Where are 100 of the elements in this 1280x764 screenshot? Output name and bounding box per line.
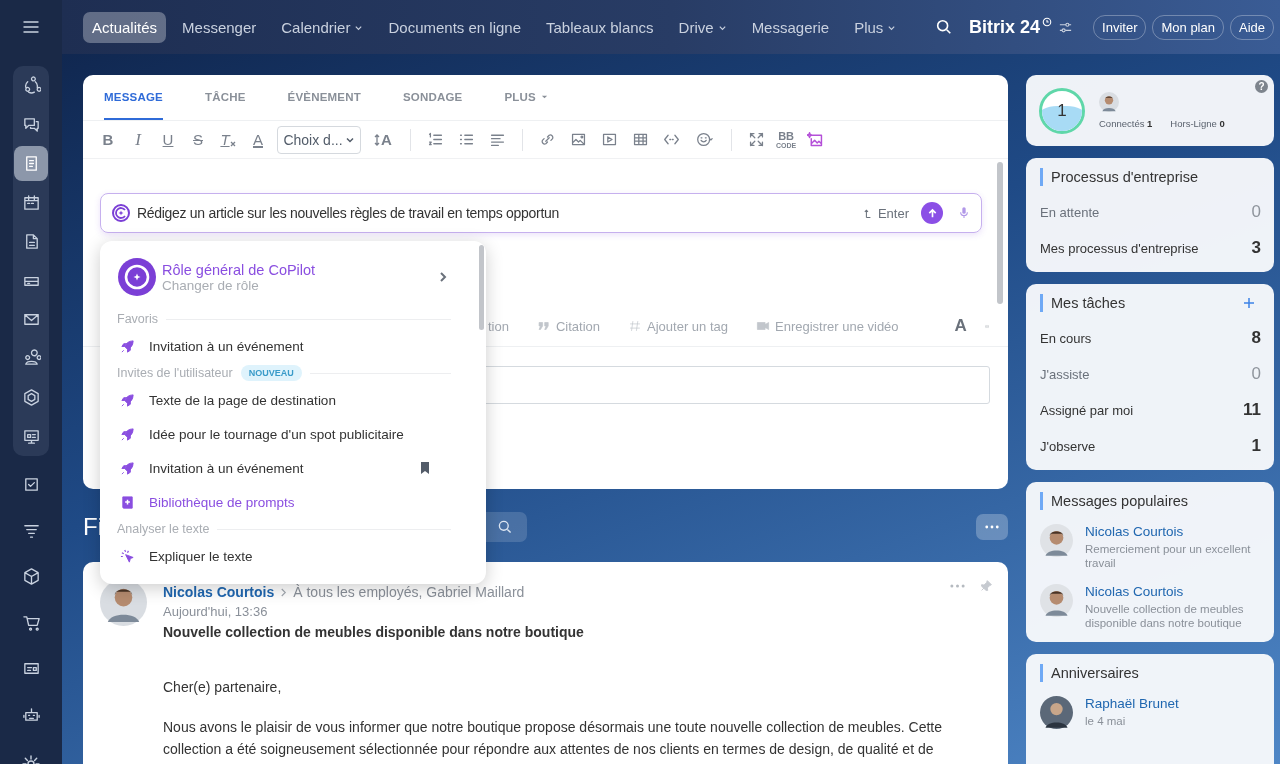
nav-tab[interactable]: Messenger <box>173 11 266 43</box>
nav-tab[interactable]: Actualités <box>83 11 167 43</box>
header-button[interactable]: Aide <box>1229 14 1274 40</box>
menu-item[interactable]: Invitation à un événement <box>117 451 451 485</box>
quote-icon <box>536 319 551 333</box>
arrows-icon <box>374 133 381 146</box>
nav-tab[interactable]: Plus <box>845 11 906 43</box>
counter: 11 <box>1243 400 1261 420</box>
composer-tab[interactable]: MESSAGE <box>104 75 163 120</box>
nav-tab[interactable]: Messagerie <box>742 11 839 43</box>
composer-tab[interactable]: ÉVÈNEMENT <box>287 75 361 120</box>
message-preview: Remerciement pour un excellent travail <box>1085 542 1252 570</box>
video-icon[interactable] <box>601 131 618 148</box>
ai-image-icon[interactable] <box>807 131 825 148</box>
counter-row[interactable]: Assigné par moi 11 <box>1040 392 1261 428</box>
send-button[interactable] <box>921 202 943 224</box>
counter-row[interactable]: J'observe 1 <box>1040 428 1261 464</box>
dots-icon <box>985 525 999 529</box>
bookmark-icon[interactable] <box>420 461 430 475</box>
arrow-up-icon <box>926 207 938 219</box>
role-subtitle: Changer de rôle <box>162 277 260 293</box>
author-link[interactable]: Nicolas Courtois <box>1085 584 1261 599</box>
counter-row[interactable]: En attente 0 <box>1040 194 1261 230</box>
format-button[interactable]: U <box>157 127 179 152</box>
link-icon[interactable] <box>539 131 556 148</box>
chevron-icon <box>439 271 447 283</box>
role-selector[interactable]: Rôle général de CoPilot Changer de rôle <box>117 257 451 297</box>
enter-hint: Enter <box>877 205 909 221</box>
menu-item[interactable]: Expliquer le texte <box>117 539 451 573</box>
font-size-button[interactable]: A <box>369 127 397 152</box>
feed-icon[interactable] <box>14 146 48 181</box>
book-icon <box>120 494 135 510</box>
camera-icon <box>756 319 770 333</box>
format-button[interactable]: T <box>217 127 239 152</box>
rocket-icon <box>120 460 135 476</box>
composer-tab[interactable]: SONDAGE <box>402 75 463 120</box>
author-link[interactable]: Nicolas Courtois <box>1085 524 1261 539</box>
search-icon[interactable] <box>935 18 954 36</box>
format-button[interactable]: I <box>127 127 149 152</box>
feed-search-field[interactable] <box>483 512 527 542</box>
nav-tab[interactable]: Drive <box>669 11 736 43</box>
post-paragraph: Cher(e) partenaire, <box>163 678 283 697</box>
section-label: Invites de l'utilisateur <box>117 366 233 380</box>
image-icon[interactable] <box>570 131 587 148</box>
text-format-button[interactable]: A <box>954 316 967 336</box>
cross-icon <box>229 140 236 147</box>
chevron-icon <box>280 587 288 597</box>
fullscreen-icon[interactable] <box>748 131 765 148</box>
menu-item[interactable]: Invitation à un événement <box>117 329 451 363</box>
emoji-icon[interactable] <box>694 131 715 148</box>
nav-tab[interactable]: Tableaux blancs <box>537 11 663 43</box>
offline-stat: Hors-Ligne 0 <box>1170 118 1225 129</box>
new-badge: NOUVEAU <box>240 365 302 381</box>
header-button[interactable]: Inviter <box>1093 14 1147 40</box>
nav-tab[interactable]: Documents en ligne <box>379 11 531 43</box>
recipients-text: À tous les employés, Gabriel Maillard <box>293 584 525 600</box>
post-title: Nouvelle collection de meubles disponible dans notre boutique <box>163 624 585 640</box>
help-icon[interactable]: ? <box>1255 80 1268 93</box>
counter-row[interactable]: Mes processus d'entreprise 3 <box>1040 230 1261 266</box>
widget-title: Anniversaires <box>1051 665 1140 681</box>
message-preview: Nouvelle collection de meubles disponible dans notre boutique <box>1085 602 1245 630</box>
counter: 3 <box>1251 238 1261 258</box>
author-link[interactable]: Nicolas Courtois <box>163 584 275 600</box>
counter: 0 <box>1251 202 1261 222</box>
font-select[interactable]: Choix d... <box>277 125 361 154</box>
add-icon[interactable] <box>1243 297 1255 309</box>
menu-item[interactable]: Texte de la page de destination <box>117 383 451 417</box>
birthday-date: le 4 mai <box>1085 714 1127 728</box>
avatar <box>1040 584 1073 617</box>
format-button[interactable]: B <box>97 127 119 152</box>
cursor-icon <box>120 548 135 564</box>
copilot-input-field[interactable]: Rédigez un article sur les nouvelles règles de travail en temps opportun <box>137 205 858 221</box>
more-button[interactable] <box>976 514 1008 540</box>
rocket-icon <box>120 338 135 354</box>
composer-tab[interactable]: PLUS <box>504 75 548 120</box>
nav-tab[interactable]: Calendrier <box>272 11 373 43</box>
post-paragraph: Nous avons le plaisir de vous informer que notre boutique propose désormais une toute nouvelle collection de meubles. Cette collection a été soigneusement sélectionnée pour répondre aux attentes de nos clients en termes de design, de qualité et de <box>163 718 944 759</box>
avatar <box>1099 92 1119 112</box>
widget-title: Messages populaires <box>1051 493 1190 509</box>
counter-row[interactable]: J'assiste 0 <box>1040 356 1261 392</box>
copilot-prompt-field[interactable]: Rédigez un article sur les nouvelles règles de travail en temps opportun Enter <box>100 193 982 233</box>
person-link[interactable]: Raphaël Brunet <box>1085 696 1179 711</box>
avatar <box>1040 524 1073 557</box>
counter-row[interactable]: En cours 8 <box>1040 320 1261 356</box>
header-button[interactable]: Mon plan <box>1152 14 1224 40</box>
menu-item[interactable]: Bibliothèque de prompts <box>117 485 451 519</box>
avatar <box>1040 696 1073 729</box>
rocket-icon <box>120 392 135 408</box>
scrollbar[interactable] <box>479 245 484 330</box>
scrollbar[interactable] <box>997 162 1003 304</box>
composer-tab[interactable]: TÂCHE <box>204 75 246 120</box>
table-icon[interactable] <box>632 131 649 148</box>
format-button[interactable]: S <box>187 127 209 152</box>
search-icon <box>497 519 513 535</box>
numbered-list-icon[interactable] <box>427 131 444 148</box>
copilot-logo-icon <box>111 203 131 223</box>
clock-icon <box>1042 17 1053 27</box>
format-button[interactable]: A <box>247 127 269 152</box>
role-title: Rôle général de CoPilot <box>162 261 317 278</box>
menu-item[interactable]: Idée pour le tournage d'un spot publicitaire <box>117 417 451 451</box>
